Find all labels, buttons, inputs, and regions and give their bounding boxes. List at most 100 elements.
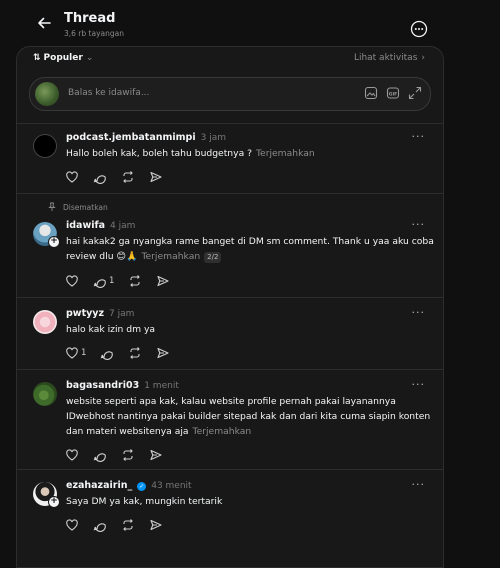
back-arrow-icon[interactable] <box>34 13 54 33</box>
post-item: Disematkan + idawifa 4 jam ··· hai kakak… <box>17 193 443 298</box>
post-text-line: IDwebhost nantinya pakai builder sitepad… <box>66 411 431 422</box>
share-button[interactable] <box>149 448 163 462</box>
more-icon[interactable]: ··· <box>412 306 426 319</box>
username[interactable]: podcast.jembatanmimpi <box>66 132 196 143</box>
post-header: bagasandri03 1 menit <box>66 380 179 391</box>
repost-icon <box>123 519 133 531</box>
comment-button[interactable]: 1 <box>93 274 114 288</box>
repost-button[interactable] <box>121 170 135 184</box>
share-button[interactable] <box>156 274 170 288</box>
view-count: 3,6 rb tayangan <box>64 29 124 38</box>
sort-bar: ⇅ Populer ⌄ Lihat aktivitas › <box>17 47 443 71</box>
post-time: 1 menit <box>144 381 179 391</box>
heart-icon <box>66 275 78 287</box>
username[interactable]: ezahazairin_ <box>66 480 132 491</box>
post-text-content: Hallo boleh kak, boleh tahu budgetnya ? <box>66 148 252 159</box>
post-item: podcast.jembatanmimpi 3 jam ··· Hallo bo… <box>17 123 443 194</box>
page-title: Thread <box>64 11 116 26</box>
translate-link[interactable]: Terjemahkan <box>256 148 315 159</box>
comment-icon <box>93 453 106 462</box>
image-icon[interactable] <box>364 86 378 100</box>
pinned-label: Disematkan <box>47 202 108 212</box>
avatar[interactable] <box>33 310 57 334</box>
send-icon <box>157 347 169 359</box>
avatar[interactable]: + <box>33 222 60 248</box>
more-icon[interactable]: ··· <box>412 130 426 143</box>
post-text-line: dan materi websitenya aja <box>66 426 189 437</box>
comment-icon <box>93 175 106 184</box>
sort-label: Populer <box>43 53 83 63</box>
post-text-content: Saya DM ya kak, mungkin tertarik <box>66 496 223 507</box>
heart-icon <box>66 519 78 531</box>
repost-button[interactable] <box>121 448 135 462</box>
repost-button[interactable] <box>128 274 142 288</box>
chevron-right-icon: › <box>421 53 425 63</box>
more-options-icon[interactable] <box>410 20 428 38</box>
sort-dropdown[interactable]: ⇅ Populer ⌄ <box>33 53 93 63</box>
comment-icon <box>93 523 106 532</box>
reply-composer[interactable]: Balas ke idawifa... GIF <box>29 77 431 111</box>
more-icon[interactable]: ··· <box>412 378 426 391</box>
reply-input[interactable]: Balas ke idawifa... <box>68 88 149 98</box>
reply-count: 1 <box>109 276 115 286</box>
avatar[interactable] <box>33 382 57 406</box>
share-button[interactable] <box>149 170 163 184</box>
post-actions <box>65 170 163 184</box>
post-text-line: website seperti apa kak, kalau website p… <box>66 396 396 407</box>
svg-text:GIF: GIF <box>389 91 397 97</box>
send-icon <box>157 275 169 287</box>
post-item: pwtyyz 7 jam ··· halo kak izin dm ya 1 <box>17 297 443 370</box>
heart-icon <box>66 171 78 183</box>
repost-button[interactable] <box>128 346 142 360</box>
thread-panel: ⇅ Populer ⌄ Lihat aktivitas › Balas ke i… <box>16 46 444 568</box>
pin-icon <box>48 202 56 211</box>
comment-button[interactable] <box>93 170 107 184</box>
repost-icon <box>123 171 133 183</box>
like-button[interactable] <box>65 274 79 288</box>
send-icon <box>150 449 162 461</box>
post-text-line: hai kakak2 ga nyangka rame banget di DM … <box>66 236 434 247</box>
follow-plus-icon[interactable]: + <box>48 236 60 248</box>
post-text: Hallo boleh kak, boleh tahu budgetnya ? T… <box>66 146 426 161</box>
post-item: + ezahazairin_ ✓ 43 menit ··· Saya DM ya… <box>17 469 443 548</box>
send-icon <box>150 519 162 531</box>
gif-icon[interactable]: GIF <box>386 86 400 100</box>
comment-button[interactable] <box>93 448 107 462</box>
post-text: Saya DM ya kak, mungkin tertarik <box>66 494 426 509</box>
like-button[interactable]: 1 <box>65 346 86 360</box>
comment-button[interactable] <box>100 346 114 360</box>
post-actions: 1 <box>65 346 170 360</box>
post-text: halo kak izin dm ya <box>66 322 426 337</box>
comment-button[interactable] <box>93 518 107 532</box>
username[interactable]: pwtyyz <box>66 308 104 319</box>
more-icon[interactable]: ··· <box>412 478 426 491</box>
like-button[interactable] <box>65 170 79 184</box>
share-button[interactable] <box>156 346 170 360</box>
send-icon <box>150 171 162 183</box>
share-button[interactable] <box>149 518 163 532</box>
repost-icon <box>130 347 141 359</box>
post-time: 3 jam <box>200 133 226 143</box>
post-actions <box>65 448 163 462</box>
sort-icon: ⇅ <box>33 53 41 63</box>
avatar[interactable]: + <box>33 482 60 508</box>
heart-icon <box>66 449 78 461</box>
chevron-down-icon: ⌄ <box>85 53 94 63</box>
like-button[interactable] <box>65 518 79 532</box>
view-activity-link[interactable]: Lihat aktivitas › <box>354 53 425 63</box>
username[interactable]: idawifa <box>66 220 105 231</box>
follow-plus-icon[interactable]: + <box>48 496 60 508</box>
post-header: podcast.jembatanmimpi 3 jam <box>66 132 226 143</box>
translate-link[interactable]: Terjemahkan <box>141 251 200 262</box>
repost-icon <box>123 449 133 461</box>
avatar[interactable] <box>33 134 57 158</box>
like-button[interactable] <box>65 448 79 462</box>
post-text: hai kakak2 ga nyangka rame banget di DM … <box>66 234 436 264</box>
username[interactable]: bagasandri03 <box>66 380 139 391</box>
more-icon[interactable]: ··· <box>412 218 426 231</box>
repost-button[interactable] <box>121 518 135 532</box>
expand-icon[interactable] <box>408 86 422 100</box>
translate-link[interactable]: Terjemahkan <box>193 426 252 437</box>
post-item: bagasandri03 1 menit ··· website seperti… <box>17 369 443 470</box>
post-text: website seperti apa kak, kalau website p… <box>66 394 438 439</box>
